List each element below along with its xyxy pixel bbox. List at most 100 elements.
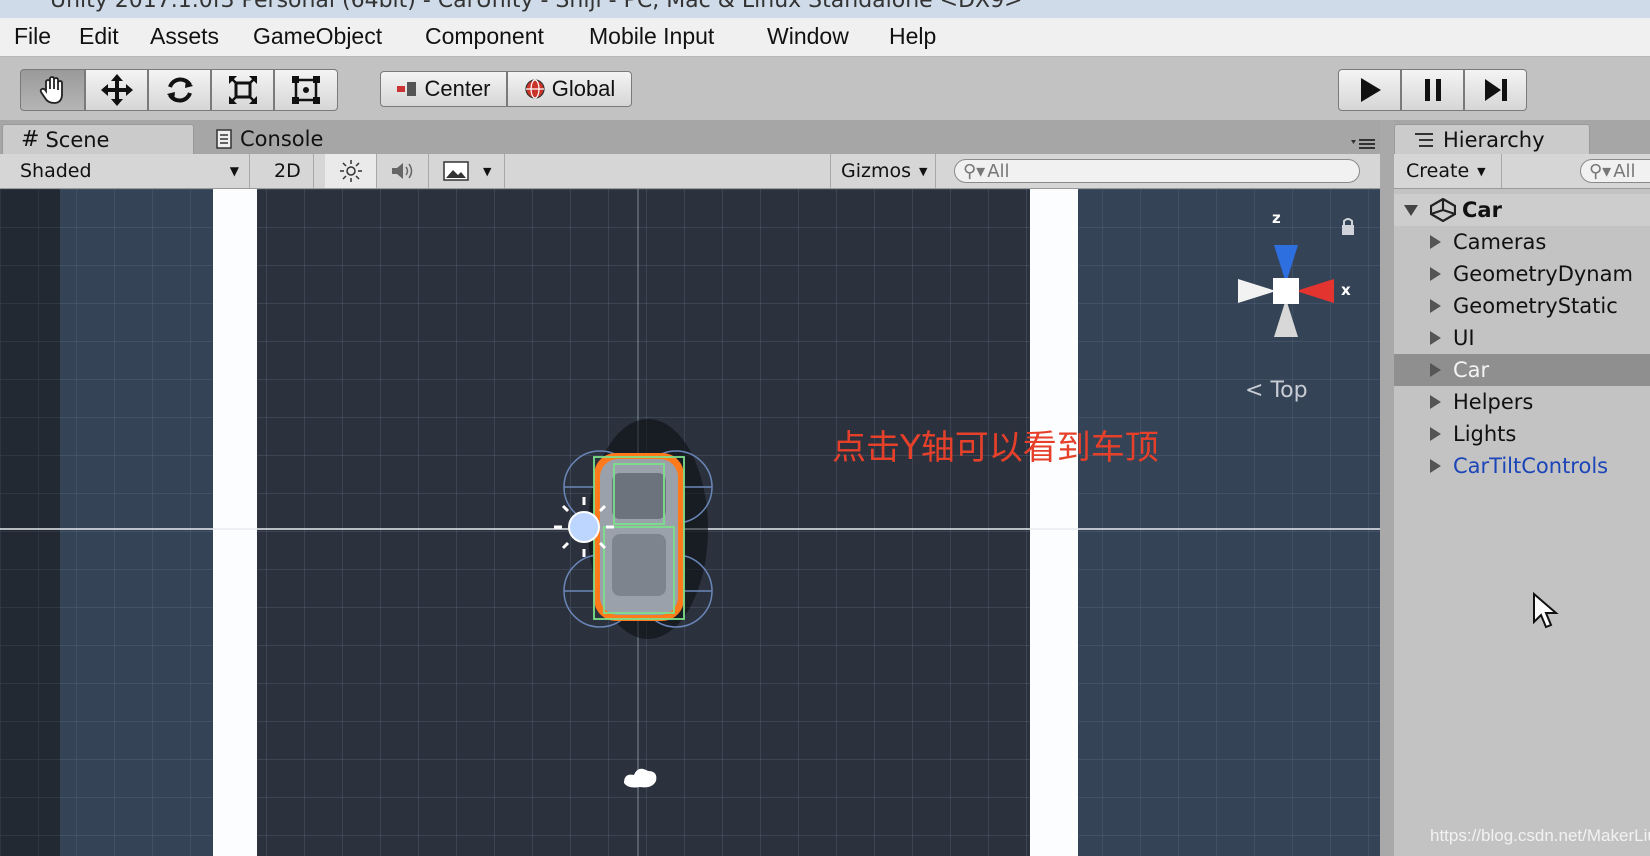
expand-icon: [1430, 363, 1441, 377]
hierarchy-item-label: Helpers: [1453, 390, 1534, 414]
hierarchy-item[interactable]: Helpers: [1394, 386, 1650, 418]
expand-icon: [1430, 235, 1441, 249]
scene-search-placeholder: All: [987, 160, 1010, 182]
hierarchy-item-label: GeometryStatic: [1453, 294, 1618, 318]
hierarchy-item[interactable]: GeometryStatic: [1394, 290, 1650, 322]
toggle-2d-label: 2D: [274, 160, 301, 182]
menu-bar: File Edit Assets GameObject Component Mo…: [0, 18, 1650, 57]
car-roof: [612, 534, 666, 596]
pivot-rotation-button[interactable]: Global: [507, 71, 632, 107]
hierarchy-item-label: Car: [1453, 358, 1490, 382]
tab-console-label: Console: [240, 127, 324, 151]
pivot-center-icon: [397, 82, 417, 96]
pivot-mode-button[interactable]: Center: [380, 71, 507, 107]
move-tool-button[interactable]: [85, 69, 148, 111]
play-icon: [1360, 78, 1381, 102]
scene-search-input[interactable]: ⚲▾ All: [954, 159, 1360, 183]
tab-hierarchy-label: Hierarchy: [1443, 127, 1545, 152]
hierarchy-item[interactable]: Car: [1394, 354, 1650, 386]
rotate-tool-button[interactable]: [148, 69, 211, 111]
scene-audio-toggle[interactable]: [377, 154, 429, 188]
collapse-icon: [1404, 204, 1418, 216]
panel-divider[interactable]: [1380, 120, 1394, 856]
view-orientation-label[interactable]: < Top: [1245, 378, 1308, 403]
window-title-bar: Unity 2017.1.0f3 Personal (64bit) - CarU…: [0, 0, 1650, 18]
scale-tool-button[interactable]: [211, 69, 274, 111]
globe-icon: [525, 79, 545, 99]
tab-row: # Scene Console Hierarchy: [0, 120, 1650, 154]
watermark-text: https://blog.csdn.net/MakerLiu: [1430, 826, 1650, 845]
hierarchy-panel: Car Cameras GeometryDynam GeometryStatic UI…: [1394, 189, 1650, 856]
expand-icon: [1430, 459, 1441, 473]
chevron-down-icon: ▼: [483, 164, 492, 178]
chevron-down-icon: ▼: [229, 164, 239, 178]
console-icon: [216, 129, 232, 149]
scene-effects-dropdown[interactable]: ▼: [429, 154, 505, 188]
tab-options-icon[interactable]: [1350, 136, 1376, 150]
gizmo-z-label: z: [1272, 209, 1281, 227]
scene-view[interactable]: z x: [0, 189, 1380, 856]
unity-scene-icon: [1430, 198, 1456, 222]
expand-icon: [1430, 427, 1441, 441]
grid-icon: #: [21, 127, 40, 152]
gizmo-x-label: x: [1341, 281, 1351, 299]
menu-mobile-input[interactable]: Mobile Input: [589, 23, 714, 50]
hierarchy-scene-root[interactable]: Car: [1394, 194, 1650, 226]
chevron-down-icon: ▼: [1477, 164, 1486, 178]
pause-button[interactable]: [1401, 69, 1464, 111]
scene-lighting-toggle[interactable]: [325, 154, 377, 188]
hierarchy-root-label: Car: [1462, 198, 1502, 222]
speaker-icon: [391, 163, 412, 179]
hierarchy-toolbar: Create ▼ ⚲▾ All: [1394, 154, 1650, 189]
gizmos-label: Gizmos: [841, 160, 912, 182]
expand-icon: [1430, 267, 1441, 281]
toggle-2d-button[interactable]: 2D: [264, 154, 314, 188]
tab-console[interactable]: Console: [198, 124, 368, 154]
scene-toolbar: Shaded ▼ 2D ▼ Gizmos ▼ ⚲▾ All: [0, 154, 1380, 189]
search-icon: ⚲▾: [1589, 160, 1612, 182]
expand-icon: [1430, 331, 1441, 345]
sun-icon: [339, 160, 362, 182]
menu-file[interactable]: File: [14, 23, 51, 50]
hierarchy-item[interactable]: CarTiltControls: [1394, 450, 1650, 482]
tab-scene-label: Scene: [45, 127, 110, 152]
chevron-left-icon: <: [1245, 378, 1264, 403]
menu-gameobject[interactable]: GameObject: [253, 23, 382, 50]
expand-icon: [1430, 395, 1441, 409]
menu-window[interactable]: Window: [767, 23, 849, 50]
create-dropdown[interactable]: Create ▼: [1396, 154, 1502, 188]
scale-icon: [228, 76, 257, 104]
expand-icon: [1430, 299, 1441, 313]
shading-mode-dropdown[interactable]: Shaded ▼: [10, 154, 250, 188]
menu-help[interactable]: Help: [889, 23, 936, 50]
hierarchy-item[interactable]: Lights: [1394, 418, 1650, 450]
hand-tool-button[interactable]: [20, 69, 85, 111]
hierarchy-search-placeholder: All: [1613, 160, 1636, 182]
image-icon: [443, 161, 469, 181]
tab-scene[interactable]: # Scene: [2, 124, 194, 154]
pivot-rotation-label: Global: [551, 76, 616, 101]
mouse-cursor-icon: [1533, 592, 1559, 629]
step-icon: [1484, 79, 1507, 101]
orientation-gizmo: [1238, 245, 1334, 337]
hierarchy-item-label: Cameras: [1453, 230, 1547, 254]
menu-assets[interactable]: Assets: [150, 23, 219, 50]
hierarchy-item[interactable]: GeometryDynam: [1394, 258, 1650, 290]
hierarchy-item[interactable]: Cameras: [1394, 226, 1650, 258]
step-button[interactable]: [1464, 69, 1527, 111]
gizmos-dropdown[interactable]: Gizmos ▼: [830, 154, 936, 188]
hierarchy-search-input[interactable]: ⚲▾ All: [1580, 159, 1650, 183]
window-title: Unity 2017.1.0f3 Personal (64bit) - CarU…: [50, 0, 1023, 13]
rect-icon: [292, 76, 320, 104]
hierarchy-item-label: Lights: [1453, 422, 1517, 446]
tab-hierarchy[interactable]: Hierarchy: [1394, 124, 1590, 154]
lock-icon: [1342, 218, 1354, 235]
view-orientation-text: Top: [1270, 378, 1308, 403]
hierarchy-item-label: GeometryDynam: [1453, 262, 1633, 286]
menu-edit[interactable]: Edit: [79, 23, 119, 50]
play-button[interactable]: [1338, 69, 1401, 111]
menu-component[interactable]: Component: [425, 23, 544, 50]
hierarchy-item[interactable]: UI: [1394, 322, 1650, 354]
search-icon: ⚲▾: [963, 160, 986, 182]
rect-tool-button[interactable]: [274, 69, 338, 111]
